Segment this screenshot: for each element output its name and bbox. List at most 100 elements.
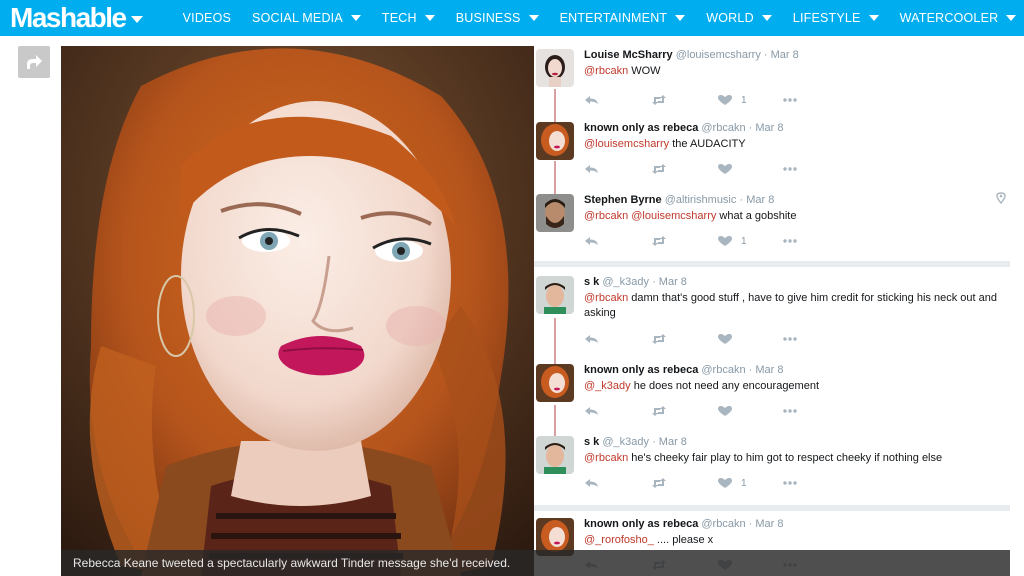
mention-link[interactable]: @rbcakn @louisemcsharry: [584, 210, 716, 222]
like-button[interactable]: 1: [717, 93, 747, 107]
nav-item-tech[interactable]: TECH: [382, 11, 435, 25]
mention-link[interactable]: @rbcakn: [584, 65, 628, 77]
nav-item-videos[interactable]: VIDEOS: [183, 11, 231, 25]
avatar[interactable]: [536, 122, 574, 160]
author-handle[interactable]: @_k3ady: [602, 276, 649, 288]
like-icon: [718, 406, 732, 416]
tweet-text: @rbcakn damn that's good stuff , have to…: [584, 291, 1004, 321]
nav-item-world[interactable]: WORLD: [706, 11, 772, 25]
more-options-button[interactable]: [782, 332, 798, 346]
mention-link[interactable]: @rbcakn: [584, 452, 628, 464]
tweet-date[interactable]: Mar 8: [746, 194, 774, 206]
author-name[interactable]: Stephen Byrne: [584, 194, 662, 206]
retweet-button[interactable]: [651, 332, 667, 346]
like-button[interactable]: 1: [717, 234, 747, 248]
retweet-button[interactable]: [651, 93, 667, 107]
tweet: s k @_k3ady · Mar 8 @rbcakn damn that's g…: [534, 276, 1010, 348]
mention-link[interactable]: @rbcakn: [584, 292, 628, 304]
retweet-button[interactable]: [651, 234, 667, 248]
tweet-text: @rbcakn WOW: [584, 64, 1004, 79]
author-name[interactable]: s k: [584, 436, 599, 448]
logo-chevron-down-icon[interactable]: [130, 15, 143, 23]
tweet-date[interactable]: Mar 8: [755, 364, 783, 376]
retweet-icon: [652, 406, 666, 416]
nav-item-business[interactable]: BUSINESS: [456, 11, 539, 25]
reply-button[interactable]: [584, 93, 600, 107]
reply-button[interactable]: [584, 332, 600, 346]
avatar[interactable]: [536, 436, 574, 474]
retweet-button[interactable]: [651, 476, 667, 490]
avatar[interactable]: [536, 49, 574, 87]
logo-text: Mashable: [10, 2, 127, 33]
more-options-button[interactable]: [782, 93, 798, 107]
avatar[interactable]: [536, 276, 574, 314]
more-options-button[interactable]: [782, 404, 798, 418]
author-handle[interactable]: @_k3ady: [602, 436, 649, 448]
author-name[interactable]: known only as rebeca: [584, 122, 698, 134]
nav-item-entertainment[interactable]: ENTERTAINMENT: [560, 11, 686, 25]
reply-button[interactable]: [584, 476, 600, 490]
more-options-button[interactable]: [782, 476, 798, 490]
location-pin-icon[interactable]: [996, 192, 1006, 204]
tweet-header: known only as rebeca @rbcakn · Mar 8: [584, 122, 784, 134]
like-button[interactable]: [717, 332, 741, 346]
avatar[interactable]: [536, 194, 574, 232]
nav-item-social-media[interactable]: SOCIAL MEDIA: [252, 11, 361, 25]
author-name[interactable]: known only as rebeca: [584, 518, 698, 530]
chevron-down-icon: [761, 15, 772, 21]
tweet-body: damn that's good stuff , have to give hi…: [584, 292, 997, 319]
reply-icon: [585, 165, 598, 173]
mention-link[interactable]: @_rorofosho_: [584, 534, 654, 546]
retweet-icon: [652, 164, 666, 174]
tweet-date[interactable]: Mar 8: [755, 518, 783, 530]
top-nav: Mashable VIDEOS SOCIAL MEDIA TECH BUSINESS E…: [0, 0, 1024, 36]
more-dots-icon: [783, 337, 797, 341]
meta-separator: ·: [652, 276, 656, 288]
like-button[interactable]: 1: [717, 476, 747, 490]
meta-separator: ·: [739, 194, 744, 206]
author-handle[interactable]: @rbcakn: [701, 122, 745, 134]
share-button[interactable]: [18, 46, 50, 78]
tweet-actions: 1: [584, 234, 834, 248]
more-options-button[interactable]: [782, 234, 798, 248]
retweet-button[interactable]: [651, 404, 667, 418]
like-button[interactable]: [717, 162, 741, 176]
tweet-date[interactable]: Mar 8: [659, 436, 687, 448]
author-handle[interactable]: @rbcakn: [701, 364, 745, 376]
like-count: 1: [741, 235, 747, 247]
more-dots-icon: [783, 481, 797, 485]
tweet-body: he does not need any encouragement: [630, 380, 820, 392]
reply-button[interactable]: [584, 404, 600, 418]
retweet-icon: [652, 334, 666, 344]
tweet-text: @_rorofosho_ .... please x: [584, 533, 1004, 548]
embedded-tweet-thread: Louise McSharry @louisemcsharry · Mar 8 @…: [534, 46, 1010, 570]
retweet-button[interactable]: [651, 162, 667, 176]
tweet-text: @_k3ady he does not need any encourageme…: [584, 379, 1004, 394]
reply-button[interactable]: [584, 234, 600, 248]
nav-menu: VIDEOS SOCIAL MEDIA TECH BUSINESS ENTERTAINM…: [183, 0, 1024, 36]
more-options-button[interactable]: [782, 162, 798, 176]
tweet-date[interactable]: Mar 8: [755, 122, 783, 134]
reply-button[interactable]: [584, 162, 600, 176]
tweet-date[interactable]: Mar 8: [659, 276, 687, 288]
like-button[interactable]: [717, 404, 741, 418]
avatar[interactable]: [536, 364, 574, 402]
mention-link[interactable]: @_k3ady: [584, 380, 631, 392]
tweet-date[interactable]: Mar 8: [771, 49, 799, 61]
author-handle[interactable]: @louisemcsharry: [676, 49, 761, 61]
nav-item-lifestyle[interactable]: LIFESTYLE: [793, 11, 879, 25]
author-handle[interactable]: @altirishmusic: [665, 194, 737, 206]
author-name[interactable]: Louise McSharry: [584, 49, 673, 61]
nav-item-watercooler[interactable]: WATERCOOLER: [900, 11, 1017, 25]
like-icon: [718, 95, 732, 105]
author-name[interactable]: s k: [584, 276, 599, 288]
author-handle[interactable]: @rbcakn: [701, 518, 745, 530]
like-icon: [718, 236, 732, 246]
tweet-body: WOW: [628, 65, 661, 77]
nav-item-label: TECH: [381, 11, 417, 25]
author-name[interactable]: known only as rebeca: [584, 364, 698, 376]
mention-link[interactable]: @louisemcsharry: [584, 138, 669, 150]
reply-icon: [585, 479, 598, 487]
mashable-logo[interactable]: Mashable: [10, 0, 143, 36]
selfie-illustration: [61, 46, 534, 576]
